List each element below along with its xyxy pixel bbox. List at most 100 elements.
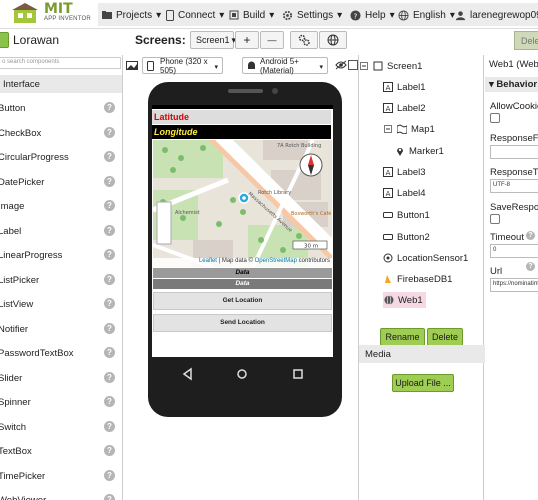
menu-settings[interactable]: Settings ▾: [282, 7, 342, 23]
palette-item[interactable]: PasswordTextBox?: [0, 344, 122, 364]
help-icon[interactable]: ?: [104, 151, 115, 162]
palette-item[interactable]: LinearProgress?: [0, 246, 122, 266]
device-size-select[interactable]: Phone (320 x 505) ▾: [142, 56, 223, 75]
palette-item[interactable]: Image?: [0, 197, 122, 217]
help-icon[interactable]: ?: [526, 231, 535, 240]
prop-saveresponse-checkbox[interactable]: [490, 214, 500, 224]
prop-encoding-input[interactable]: UTF-8: [490, 179, 538, 193]
leaflet-link[interactable]: Leaflet: [199, 258, 217, 264]
palette-category-interface[interactable]: Interface: [0, 75, 122, 93]
palette-item-label: CircularProgress: [0, 152, 69, 163]
palette-item[interactable]: Notifier?: [0, 320, 122, 340]
help-icon[interactable]: ?: [104, 224, 115, 236]
palette-item[interactable]: CircularProgress?: [0, 148, 122, 168]
osm-link[interactable]: OpenStreetMap: [255, 258, 297, 264]
prop-encoding-label: ResponseTextEncoding: [490, 167, 538, 178]
palette-item[interactable]: TimePicker?: [0, 467, 122, 487]
label-longitude[interactable]: Longitude: [152, 125, 331, 139]
menu-account[interactable]: larenegrewop09@: [455, 7, 538, 23]
display-hidden-checkbox[interactable]: [348, 60, 358, 70]
app-inventor-logo[interactable]: [10, 3, 42, 25]
tree-item[interactable]: LocationSensor1: [383, 250, 468, 266]
help-icon[interactable]: ?: [104, 175, 115, 187]
android-version-select[interactable]: Android 5+ (Material) ▾: [242, 57, 328, 75]
tree-item[interactable]: Button2: [383, 229, 430, 245]
tree-item[interactable]: FirebaseDB1: [383, 271, 452, 287]
prop-timeout-input[interactable]: 0: [490, 244, 538, 258]
help-icon[interactable]: ?: [104, 469, 115, 481]
label-data-1[interactable]: Data: [153, 268, 332, 278]
help-icon[interactable]: ?: [104, 200, 115, 211]
palette-item[interactable]: DatePicker?: [0, 173, 122, 193]
tree-item[interactable]: Web1: [383, 292, 426, 308]
collapse-toggle-icon[interactable]: [383, 124, 393, 134]
palette-item[interactable]: ListView?: [0, 295, 122, 315]
help-icon[interactable]: ?: [526, 262, 535, 271]
web-preview-button[interactable]: [319, 31, 347, 49]
upload-file-button[interactable]: Upload File ...: [392, 374, 454, 392]
help-icon[interactable]: ?: [104, 102, 115, 113]
tree-item[interactable]: A Label1: [383, 79, 426, 95]
delete-button[interactable]: Delete: [427, 328, 463, 346]
tree-item[interactable]: A Label4: [383, 185, 426, 201]
button-icon: [383, 232, 393, 242]
palette-search-input[interactable]: o search components: [0, 57, 121, 69]
properties-group-behavior[interactable]: ▾ Behavior: [485, 77, 538, 92]
device-size-value: Phone (320 x 505): [160, 56, 208, 75]
menu-connect[interactable]: Connect ▾: [166, 7, 224, 23]
help-icon[interactable]: ?: [104, 273, 115, 285]
help-icon[interactable]: ?: [104, 445, 115, 456]
delete-project-button[interactable]: Dele: [514, 31, 538, 50]
help-icon[interactable]: ?: [104, 420, 115, 432]
screens-label: Screens:: [135, 33, 186, 47]
add-screen-button[interactable]: +: [235, 31, 259, 49]
tree-item[interactable]: A Label3: [383, 164, 426, 180]
tree-item[interactable]: Marker1: [395, 143, 444, 159]
palette-item[interactable]: TextBox?: [0, 442, 122, 462]
tree-item[interactable]: Button1: [383, 207, 430, 223]
help-icon[interactable]: ?: [104, 494, 115, 500]
collapse-icon: ▾: [489, 79, 494, 90]
tree-item-label: FirebaseDB1: [397, 273, 453, 285]
palette-item[interactable]: Switch?: [0, 418, 122, 438]
palette-item[interactable]: Button?: [0, 99, 122, 119]
help-icon[interactable]: ?: [104, 371, 115, 383]
help-icon[interactable]: ?: [104, 347, 115, 358]
menu-build[interactable]: Build ▾: [229, 7, 274, 23]
label-icon: A: [383, 103, 393, 113]
menu-language[interactable]: English ▾: [398, 7, 455, 23]
send-location-button[interactable]: Send Location: [153, 314, 332, 332]
tree-item[interactable]: Screen1: [359, 58, 422, 74]
label-icon: A: [383, 167, 393, 177]
palette-item[interactable]: Label?: [0, 222, 122, 242]
label-data-2[interactable]: Data: [153, 279, 332, 289]
palette-item[interactable]: CheckBox?: [0, 124, 122, 144]
hidden-components-icon[interactable]: [335, 60, 347, 70]
help-icon[interactable]: ?: [104, 322, 115, 334]
screen-select[interactable]: Screen1 ▾: [190, 31, 236, 49]
prop-allowcookies-checkbox[interactable]: [490, 113, 500, 123]
project-properties-button[interactable]: [290, 31, 318, 49]
palette-item[interactable]: WebViewer?: [0, 491, 122, 500]
map-alchemist-label: Alchemist: [175, 210, 200, 216]
menu-help[interactable]: ? Help ▾: [350, 7, 395, 23]
tree-item[interactable]: Map1: [383, 121, 435, 137]
prop-url-input[interactable]: https://nominatim.openstreetmap.org: [490, 278, 538, 292]
tree-item[interactable]: A Label2: [383, 100, 426, 116]
palette-item-label: TextBox: [0, 446, 32, 457]
help-icon[interactable]: ?: [104, 126, 115, 138]
palette-item[interactable]: Spinner?: [0, 393, 122, 413]
label-latitude[interactable]: Latitude: [152, 110, 331, 124]
map-view[interactable]: Massachusetts Avenue 7A Rotch Building R…: [153, 140, 332, 267]
palette-item[interactable]: Slider?: [0, 369, 122, 389]
collapse-toggle-icon[interactable]: [359, 61, 369, 71]
menu-projects[interactable]: Projects ▾: [102, 7, 161, 23]
prop-responsefile-input[interactable]: [490, 145, 538, 159]
help-icon[interactable]: ?: [104, 396, 115, 407]
rename-button[interactable]: Rename: [380, 328, 425, 346]
palette-item[interactable]: ListPicker?: [0, 271, 122, 291]
help-icon[interactable]: ?: [104, 249, 115, 260]
help-icon[interactable]: ?: [104, 298, 115, 309]
get-location-button[interactable]: Get Location: [153, 292, 332, 310]
remove-screen-button[interactable]: —: [260, 31, 284, 49]
